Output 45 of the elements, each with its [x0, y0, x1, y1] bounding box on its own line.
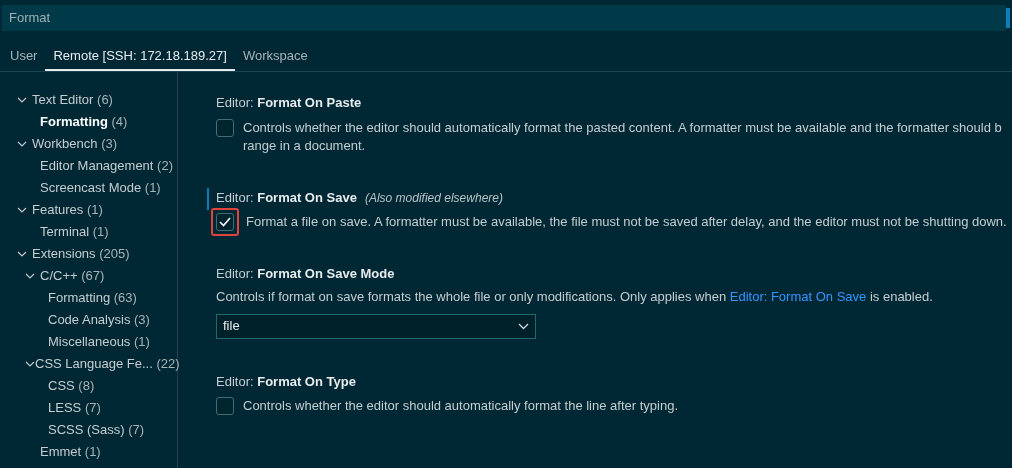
tree-item[interactable]: C/C++ (67): [40, 266, 105, 286]
tree-item[interactable]: CSS (8): [48, 376, 95, 396]
check-icon: [219, 217, 231, 227]
settings-tab[interactable]: Workspace: [234, 43, 316, 71]
chevron-down-icon[interactable]: [17, 97, 27, 103]
tree-item[interactable]: Editor Management (2): [40, 156, 173, 176]
setting-description: Format a file on save. A formatter must be available, the file must not be saved after delay, and the editor must not be shutting down.: [246, 213, 1007, 231]
chevron-down-icon: [518, 322, 529, 330]
chevron-down-icon[interactable]: [25, 273, 35, 279]
setting-title: Editor: Format On Paste: [216, 94, 362, 112]
setting-description: range in a document.: [243, 136, 367, 155]
setting-title: Editor: Format On Save Mode: [216, 265, 395, 283]
dropdown[interactable]: file: [216, 313, 536, 339]
tree-item[interactable]: Extensions (205): [32, 244, 130, 264]
tree-item[interactable]: LESS (7): [48, 398, 101, 418]
tree-item[interactable]: CSS Language Fe... (22): [35, 354, 180, 374]
settings-tab[interactable]: Remote [SSH: 172.18.189.27]: [45, 43, 235, 71]
checkbox[interactable]: [216, 213, 234, 231]
tree-item[interactable]: SCSS (Sass) (7): [48, 420, 145, 440]
setting-title: Editor: Format On Type: [216, 372, 356, 391]
tree-item[interactable]: Features (1): [32, 200, 103, 220]
tree-item[interactable]: Terminal (1): [40, 222, 109, 242]
chevron-down-icon[interactable]: [25, 361, 35, 367]
chevron-down-icon[interactable]: [17, 207, 27, 213]
search-field[interactable]: Format: [2, 5, 1006, 31]
scrollbar-marker: [1006, 8, 1010, 28]
setting-description: Controls whether the editor should automatically format the pasted content. A formatter must be available and the formatter should b: [243, 118, 1002, 137]
tree-item[interactable]: Formatting (4): [40, 112, 128, 132]
tree-item[interactable]: Emmet (1): [40, 442, 101, 462]
chevron-down-icon[interactable]: [17, 251, 27, 257]
tree-item[interactable]: Text Editor (6): [32, 90, 113, 110]
tree-item[interactable]: Code Analysis (3): [48, 310, 150, 330]
tree-item[interactable]: Miscellaneous (1): [48, 332, 150, 352]
settings-tab[interactable]: User: [2, 43, 46, 71]
tree-item[interactable]: Screencast Mode (1): [40, 178, 161, 198]
setting-title: Editor: Format On Save: [216, 188, 357, 207]
setting-description: Controls if format on save formats the whole file or only modifications. Only applies when Editor: Format On Save is enabled.: [216, 287, 934, 306]
tree-item[interactable]: Formatting (63): [48, 288, 137, 308]
setting-description: Controls whether the editor should automatically format the line after typing.: [243, 397, 678, 415]
setting-link[interactable]: Editor: Format On Save: [729, 288, 867, 304]
chevron-down-icon[interactable]: [17, 141, 27, 147]
checkbox[interactable]: [216, 397, 234, 415]
checkbox[interactable]: [216, 118, 234, 137]
tree-item[interactable]: Workbench (3): [32, 134, 118, 154]
setting-note: (Also modified elsewhere): [364, 189, 503, 207]
